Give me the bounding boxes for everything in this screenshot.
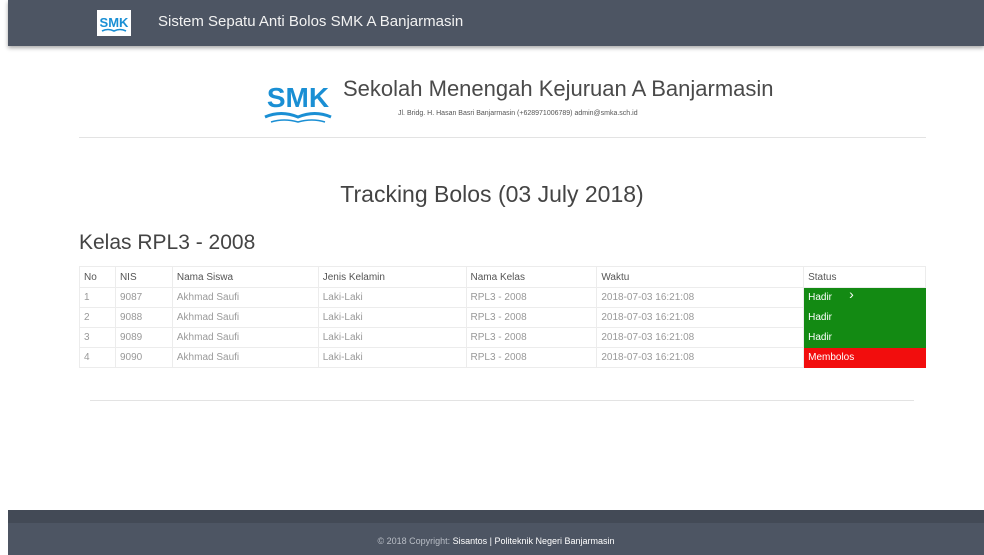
svg-text:SMK: SMK xyxy=(100,15,130,30)
cell-nis: 9088 xyxy=(114,307,173,328)
cell-nama-siswa: Akhmad Saufi xyxy=(171,287,319,308)
class-title: Kelas RPL3 - 2008 xyxy=(79,231,256,254)
cell-jenis-kelamin: Laki-Laki xyxy=(317,347,467,368)
header-nis: NIS xyxy=(114,266,173,288)
school-name: Sekolah Menengah Kejuruan A Banjarmasin xyxy=(343,76,774,101)
cell-no: 3 xyxy=(79,327,116,348)
cell-jenis-kelamin: Laki-Laki xyxy=(317,287,467,308)
cell-no: 2 xyxy=(79,307,116,328)
svg-text:SMK: SMK xyxy=(267,82,329,113)
content-divider xyxy=(90,400,914,401)
cell-nis: 9090 xyxy=(114,347,173,368)
header-waktu: Waktu xyxy=(596,266,805,288)
cell-jenis-kelamin: Laki-Laki xyxy=(317,327,467,348)
status-label: Hadir xyxy=(808,332,833,343)
header-nama-kelas: Nama Kelas xyxy=(465,266,598,288)
table-row: 4 9090 Akhmad Saufi Laki-Laki RPL3 - 200… xyxy=(79,347,926,368)
cell-no: 1 xyxy=(79,287,116,308)
status-badge: Membolos xyxy=(803,347,926,368)
table-row: 1 9087 Akhmad Saufi Laki-Laki RPL3 - 200… xyxy=(79,286,926,308)
cell-nama-kelas: RPL3 - 2008 xyxy=(465,327,598,348)
cell-no: 4 xyxy=(79,347,116,368)
status-label: Hadir xyxy=(808,312,833,323)
cell-nama-siswa: Akhmad Saufi xyxy=(171,327,319,348)
top-navbar: SMK Sistem Sepatu Anti Bolos SMK A Banja… xyxy=(8,0,984,46)
cell-nis: 9087 xyxy=(114,287,173,308)
cell-nama-kelas: RPL3 - 2008 xyxy=(465,347,598,368)
header-jenis-kelamin: Jenis Kelamin xyxy=(317,266,467,288)
status-badge: Hadir › xyxy=(803,286,926,308)
app-title[interactable]: Sistem Sepatu Anti Bolos SMK A Banjarmas… xyxy=(158,13,463,30)
status-badge: Hadir xyxy=(803,327,926,348)
cell-waktu: 2018-07-03 16:21:08 xyxy=(596,287,805,308)
cell-nama-siswa: Akhmad Saufi xyxy=(171,347,319,368)
cell-nis: 9089 xyxy=(114,327,173,348)
cell-waktu: 2018-07-03 16:21:08 xyxy=(596,307,805,328)
chevron-right-icon: › xyxy=(849,286,854,302)
header-no: No xyxy=(79,266,116,288)
header-status: Status xyxy=(803,266,926,288)
smk-logo-icon: SMK xyxy=(264,82,332,123)
status-label: Hadir xyxy=(808,292,833,303)
cell-nama-kelas: RPL3 - 2008 xyxy=(465,287,598,308)
attendance-table: No NIS Nama Siswa Jenis Kelamin Nama Kel… xyxy=(79,266,926,368)
footer-band xyxy=(8,510,984,523)
smk-logo-icon[interactable]: SMK xyxy=(97,10,131,36)
status-badge: Hadir xyxy=(803,307,926,328)
school-address: Jl. Bridg. H. Hasan Basri Banjarmasin (+… xyxy=(398,110,638,117)
cell-jenis-kelamin: Laki-Laki xyxy=(317,307,467,328)
header-divider xyxy=(79,137,926,138)
table-header-row: No NIS Nama Siswa Jenis Kelamin Nama Kel… xyxy=(79,266,926,288)
cell-nama-siswa: Akhmad Saufi xyxy=(171,307,319,328)
table-row: 2 9088 Akhmad Saufi Laki-Laki RPL3 - 200… xyxy=(79,307,926,328)
copyright-text: © 2018 Copyright: xyxy=(377,536,451,546)
footer-link[interactable]: Sisantos | Politeknik Negeri Banjarmasin xyxy=(453,536,615,546)
cell-waktu: 2018-07-03 16:21:08 xyxy=(596,347,805,368)
cell-nama-kelas: RPL3 - 2008 xyxy=(465,307,598,328)
header-nama-siswa: Nama Siswa xyxy=(171,266,319,288)
footer: © 2018 Copyright: Sisantos | Politeknik … xyxy=(8,510,984,555)
status-label: Membolos xyxy=(808,352,855,363)
page-title: Tracking Bolos (03 July 2018) xyxy=(340,181,644,207)
table-row: 3 9089 Akhmad Saufi Laki-Laki RPL3 - 200… xyxy=(79,327,926,348)
cell-waktu: 2018-07-03 16:21:08 xyxy=(596,327,805,348)
footer-copyright: © 2018 Copyright: Sisantos | Politeknik … xyxy=(8,536,984,546)
